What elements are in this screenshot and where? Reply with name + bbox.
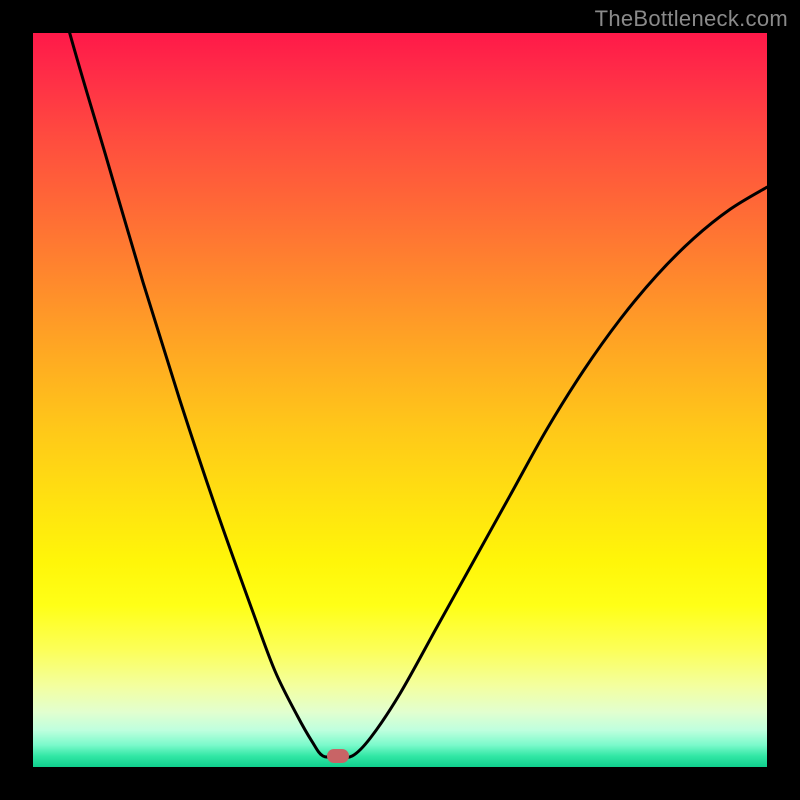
watermark-text: TheBottleneck.com (595, 6, 788, 32)
chart-frame: TheBottleneck.com (0, 0, 800, 800)
plot-area (33, 33, 767, 767)
optimal-point-marker (327, 749, 349, 763)
bottleneck-curve (33, 33, 767, 767)
